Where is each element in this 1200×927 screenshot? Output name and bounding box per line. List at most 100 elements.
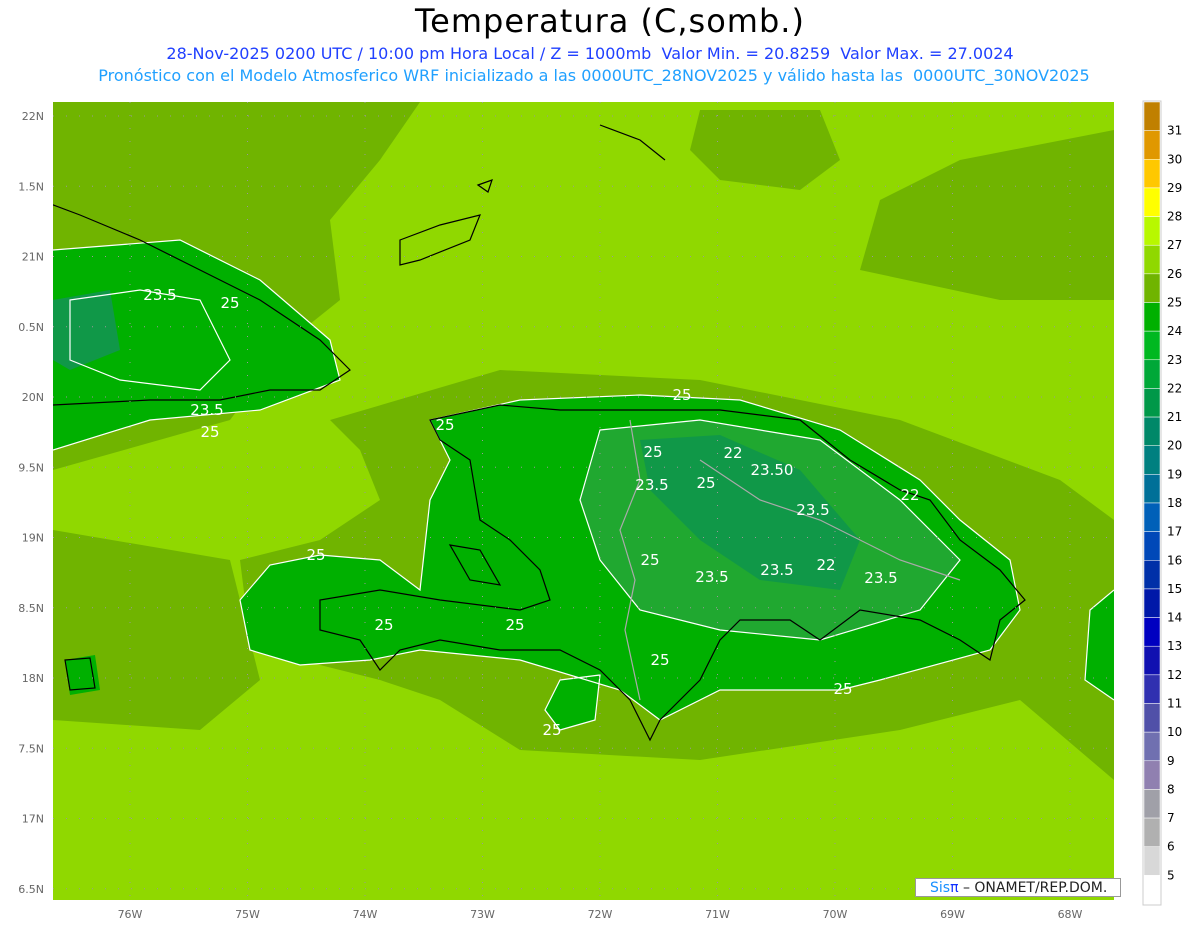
contour-label: 25 <box>505 616 524 634</box>
colorbar-label: 20 <box>1167 439 1182 453</box>
contour-label: 23.5 <box>760 561 793 579</box>
colorbar-swatch <box>1143 875 1161 905</box>
lat-label: 0.5N <box>18 321 44 334</box>
contour-label: 25 <box>542 721 561 739</box>
credit-text: – ONAMET/REP.DOM. <box>958 880 1108 896</box>
colorbar-swatch <box>1143 159 1161 189</box>
colorbar-label: 22 <box>1167 381 1182 395</box>
colorbar-swatch <box>1143 731 1161 762</box>
contour-label: 25 <box>640 551 659 569</box>
colorbar-label: 16 <box>1167 553 1182 567</box>
lat-label: 9.5N <box>18 461 44 474</box>
colorbar-label: 24 <box>1167 324 1182 338</box>
colorbar-swatch <box>1143 817 1161 847</box>
colorbar-label: 12 <box>1167 668 1182 682</box>
lon-label: 70W <box>823 908 848 921</box>
lon-label: 69W <box>940 908 965 921</box>
contour-label: 25 <box>220 294 239 312</box>
colorbar-label: 8 <box>1167 782 1175 796</box>
colorbar-label: 27 <box>1167 238 1182 252</box>
colorbar-label: 15 <box>1167 582 1182 596</box>
lat-label: 20N <box>22 391 44 404</box>
map-subtitle-model: Pronóstico con el Modelo Atmosferico WRF… <box>98 66 1090 85</box>
colorbar-label: 17 <box>1167 525 1182 539</box>
colorbar: 31 30 29 28 27 26 25 24 23 22 21 20 19 18 17 16 15 14 13 12… <box>1142 100 1182 906</box>
colorbar-swatch <box>1143 130 1161 160</box>
colorbar-swatch <box>1143 359 1161 389</box>
contour-label: 23.5 <box>864 569 897 587</box>
colorbar-label: 30 <box>1167 152 1182 166</box>
colorbar-swatch <box>1143 330 1161 361</box>
colorbar-swatch <box>1143 216 1161 246</box>
colorbar-swatch <box>1143 560 1161 590</box>
contour-label: 25 <box>696 474 715 492</box>
lon-label: 68W <box>1058 908 1083 921</box>
lat-label: 21N <box>22 251 44 264</box>
colorbar-label: 7 <box>1167 811 1175 825</box>
contour-label: 25 <box>672 386 691 404</box>
lon-label: 71W <box>705 908 730 921</box>
colorbar-label: 5 <box>1167 868 1175 882</box>
contour-label: 25 <box>650 651 669 669</box>
colorbar-swatch <box>1143 531 1161 561</box>
colorbar-label: 23 <box>1167 353 1182 367</box>
lat-label: 1.5N <box>18 180 44 193</box>
colorbar-label: 11 <box>1167 697 1182 711</box>
contour-label: 23.5 <box>190 401 223 419</box>
contour-label: 23.50 <box>751 461 794 479</box>
colorbar-swatch <box>1143 101 1161 131</box>
colorbar-label: 6 <box>1167 840 1175 854</box>
contour-label: 25 <box>643 443 662 461</box>
contour-label: 23.5 <box>635 476 668 494</box>
colorbar-label: 26 <box>1167 267 1182 281</box>
colorbar-label: 13 <box>1167 639 1182 653</box>
colorbar-label: 9 <box>1167 754 1175 768</box>
contour-label: 25 <box>833 680 852 698</box>
colorbar-label: 10 <box>1167 725 1182 739</box>
lat-label: 22N <box>22 110 44 123</box>
temperature-map: 76W 75W 74W 73W 72W 71W 70W 69W 68W 22N 1.5N 21N 0.5… <box>18 100 1182 921</box>
colorbar-label: 29 <box>1167 181 1182 195</box>
colorbar-swatch <box>1143 760 1161 790</box>
lat-label: 7.5N <box>18 742 44 755</box>
colorbar-swatch <box>1143 502 1161 532</box>
contour-label: 23.5 <box>143 286 176 304</box>
colorbar-label: 31 <box>1167 124 1182 138</box>
temperature-field <box>53 102 1114 900</box>
colorbar-swatch <box>1143 674 1161 704</box>
colorbar-swatch <box>1143 789 1161 819</box>
colorbar-swatch <box>1143 703 1161 733</box>
colorbar-label: 28 <box>1167 210 1182 224</box>
lat-label: 19N <box>22 532 44 545</box>
pi-logo: π <box>950 880 959 896</box>
contour-label: 22 <box>816 556 835 574</box>
lon-label: 73W <box>470 908 495 921</box>
colorbar-swatch <box>1143 645 1161 676</box>
lon-label: 75W <box>235 908 260 921</box>
colorbar-swatch <box>1143 588 1161 618</box>
contour-label: 25 <box>374 616 393 634</box>
credit-box: Sisπ – ONAMET/REP.DOM. <box>915 878 1121 897</box>
colorbar-label: 25 <box>1167 296 1182 310</box>
colorbar-swatch <box>1143 474 1161 504</box>
lon-label: 72W <box>588 908 613 921</box>
lat-label: 17N <box>22 813 44 826</box>
lon-label: 76W <box>118 908 143 921</box>
colorbar-swatch <box>1143 388 1161 418</box>
lat-label: 18N <box>22 672 44 685</box>
colorbar-swatch <box>1143 617 1161 647</box>
colorbar-swatch <box>1143 244 1161 275</box>
contour-label: 23.5 <box>796 501 829 519</box>
colorbar-swatch <box>1143 273 1161 303</box>
lon-label: 74W <box>353 908 378 921</box>
colorbar-label: 19 <box>1167 467 1182 481</box>
contour-label: 25 <box>306 546 325 564</box>
colorbar-swatch <box>1143 846 1161 876</box>
colorbar-swatch <box>1143 187 1161 217</box>
contour-label: 23.5 <box>695 568 728 586</box>
contour-label: 25 <box>435 416 454 434</box>
contour-label: 25 <box>200 423 219 441</box>
colorbar-swatch <box>1143 416 1161 446</box>
map-title: Temperatura (C,somb.) <box>415 2 805 40</box>
lat-label: 8.5N <box>18 602 44 615</box>
